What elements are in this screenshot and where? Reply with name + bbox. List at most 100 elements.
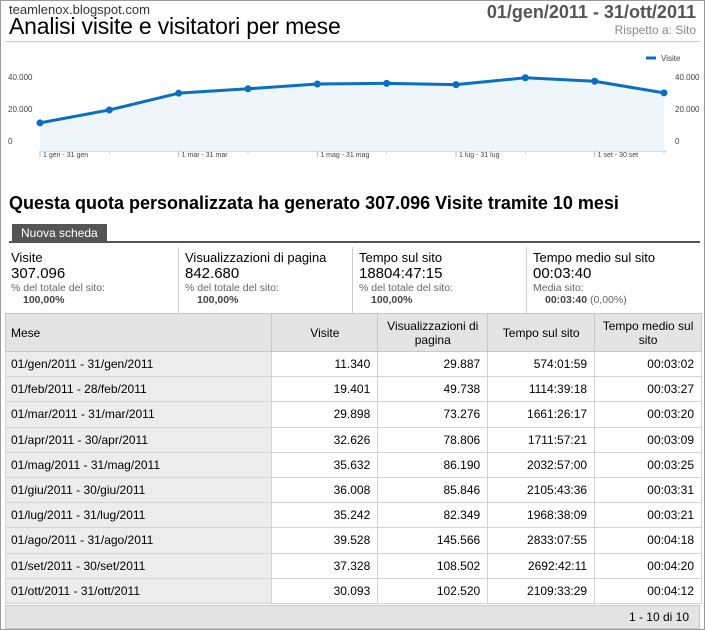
y-tick-label-left: 20.000 (8, 105, 33, 114)
table-row: 01/apr/2011 - 30/apr/2011 32.626 78.806 … (4, 426, 702, 453)
metric-visits: Visite 307.096 % del totale del sito: 10… (5, 247, 178, 313)
time-cell: 2833:07:55 (487, 527, 596, 554)
metric-sub: % del totale del sito: (11, 282, 105, 294)
data-point (521, 74, 529, 82)
area-fill (40, 77, 664, 151)
time-cell: 574:01:59 (487, 350, 596, 378)
time-cell: 2032:57:00 (487, 451, 596, 478)
visits-cell: 30.093 (271, 577, 379, 604)
table-row: 01/ott/2011 - 31/ott/2011 30.093 102.520… (4, 577, 702, 604)
month-cell: 01/giu/2011 - 30/giu/2011 (4, 476, 273, 504)
time-cell: 2692:42:11 (487, 552, 596, 579)
tab-bar: Nuova scheda (9, 223, 700, 243)
metric-pageviews: Visualizzazioni di pagina 842.680 % del … (178, 247, 352, 313)
visits-cell: 19.401 (271, 376, 379, 403)
table-row: 01/mar/2011 - 31/mar/2011 29.898 73.276 … (4, 401, 702, 428)
table-row: 01/ago/2011 - 31/ago/2011 39.528 145.566… (4, 527, 702, 554)
metric-sub: % del totale del sito: (359, 282, 453, 294)
table-row: 01/feb/2011 - 28/feb/2011 19.401 49.738 … (4, 376, 702, 403)
avg-time-cell: 00:03:09 (594, 426, 702, 453)
metric-value: 842.680 (185, 265, 240, 282)
column-header-time-on-site[interactable]: Tempo sul sito (487, 313, 596, 352)
month-cell: 01/mar/2011 - 31/mar/2011 (4, 401, 273, 428)
avg-time-cell: 00:03:20 (594, 401, 702, 428)
pageviews-cell: 85.846 (377, 476, 489, 504)
month-cell: 01/lug/2011 - 31/lug/2011 (4, 502, 273, 529)
y-tick-label-left: 0 (8, 137, 13, 146)
column-header-month[interactable]: Mese (4, 313, 273, 352)
page-title: Analisi visite e visitatori per mese (9, 13, 341, 39)
data-point (105, 106, 113, 114)
date-range-picker[interactable]: 01/gen/2011 - 31/ott/2011 (487, 2, 696, 23)
column-header-pageviews[interactable]: Visualizzazioni di pagina (377, 313, 489, 352)
metric-label: Visualizzazioni di pagina (185, 250, 327, 265)
time-cell: 1968:38:09 (487, 502, 596, 529)
table-row: 01/lug/2011 - 31/lug/2011 35.242 82.349 … (4, 502, 702, 529)
month-cell: 01/gen/2011 - 31/gen/2011 (4, 350, 273, 378)
metric-percent: 100,00% (23, 294, 65, 306)
metric-percent: 100,00% (197, 294, 239, 306)
tab-new[interactable]: Nuova scheda (12, 224, 107, 243)
avg-time-cell: 00:04:12 (594, 577, 702, 604)
x-tick-label: 1 mag - 31 mag (320, 152, 369, 159)
data-point (175, 89, 183, 97)
compare-label: Rispetto a: Sito (614, 23, 696, 37)
pagination-status: 1 - 10 di 10 (5, 605, 700, 629)
pageviews-cell: 82.349 (377, 502, 489, 529)
data-point (591, 77, 599, 85)
metric-label: Visite (11, 250, 43, 265)
table-row: 01/mag/2011 - 31/mag/2011 35.632 86.190 … (4, 451, 702, 478)
metric-avg-time: Tempo medio sul sito 00:03:40 Media sito… (526, 247, 700, 313)
title-divider (5, 41, 700, 42)
y-tick-label-left: 40.000 (8, 73, 33, 82)
x-tick-label: 1 set - 30 set (598, 152, 639, 159)
avg-time-cell: 00:03:25 (594, 451, 702, 478)
visits-cell: 36.008 (271, 476, 379, 504)
column-header-visits[interactable]: Visite (271, 313, 379, 352)
metric-value: 18804:47:15 (359, 265, 443, 282)
avg-time-cell: 00:03:31 (594, 476, 702, 504)
avg-time-cell: 00:03:02 (594, 350, 702, 378)
pageviews-cell: 49.738 (377, 376, 489, 403)
visits-cell: 35.242 (271, 502, 379, 529)
avg-time-cell: 00:04:18 (594, 527, 702, 554)
month-cell: 01/feb/2011 - 28/feb/2011 (4, 376, 273, 403)
pageviews-cell: 145.566 (377, 527, 489, 554)
column-header-avg-time[interactable]: Tempo medio sul sito (594, 313, 702, 352)
avg-time-cell: 00:04:20 (594, 552, 702, 579)
table-row: 01/set/2011 - 30/set/2011 37.328 108.502… (4, 552, 702, 579)
time-cell: 1661:26:17 (487, 401, 596, 428)
time-cell: 2105:43:36 (487, 476, 596, 504)
data-point (660, 89, 668, 97)
data-point (313, 80, 321, 88)
summary-metrics: Visite 307.096 % del totale del sito: 10… (5, 247, 700, 313)
month-cell: 01/ott/2011 - 31/ott/2011 (4, 577, 273, 604)
visits-line-chart[interactable]: 40.000 40.000 20.000 20.000 0 0 1 gen - 31 gen… (1, 45, 705, 185)
month-cell: 01/ago/2011 - 31/ago/2011 (4, 527, 273, 554)
month-cell: 01/mag/2011 - 31/mag/2011 (4, 451, 273, 478)
metric-value: 00:03:40 (533, 265, 592, 282)
report-subtitle: Questa quota personalizzata ha generato … (9, 193, 619, 213)
visits-cell: 39.528 (271, 527, 379, 554)
table-row: 01/giu/2011 - 30/giu/2011 36.008 85.846 … (4, 476, 702, 504)
metric-label: Tempo sul sito (359, 250, 443, 265)
pageviews-cell: 102.520 (377, 577, 489, 604)
pageviews-cell: 108.502 (377, 552, 489, 579)
y-tick-label-right: 40.000 (675, 73, 700, 82)
legend-label: Visite (661, 54, 681, 63)
avg-time-cell: 00:03:21 (594, 502, 702, 529)
metric-value: 307.096 (11, 265, 66, 282)
y-tick-label-right: 0 (675, 137, 680, 146)
pageviews-cell: 29.887 (377, 350, 489, 378)
metric-percent: 100,00% (371, 294, 413, 306)
data-point (244, 85, 252, 93)
x-tick-label: 1 mar - 31 mar (182, 152, 229, 159)
table-row: 01/gen/2011 - 31/gen/2011 11.340 29.887 … (4, 350, 702, 378)
avg-time-cell: 00:03:27 (594, 376, 702, 403)
x-tick-label: 1 gen - 31 gen (43, 152, 88, 159)
time-cell: 2109:33:29 (487, 577, 596, 604)
data-table: Mese Visite Visualizzazioni di pagina Te… (4, 313, 702, 604)
pageviews-cell: 73.276 (377, 401, 489, 428)
time-cell: 1711:57:21 (487, 426, 596, 453)
x-tick-label: 1 lug - 31 lug (459, 152, 500, 159)
